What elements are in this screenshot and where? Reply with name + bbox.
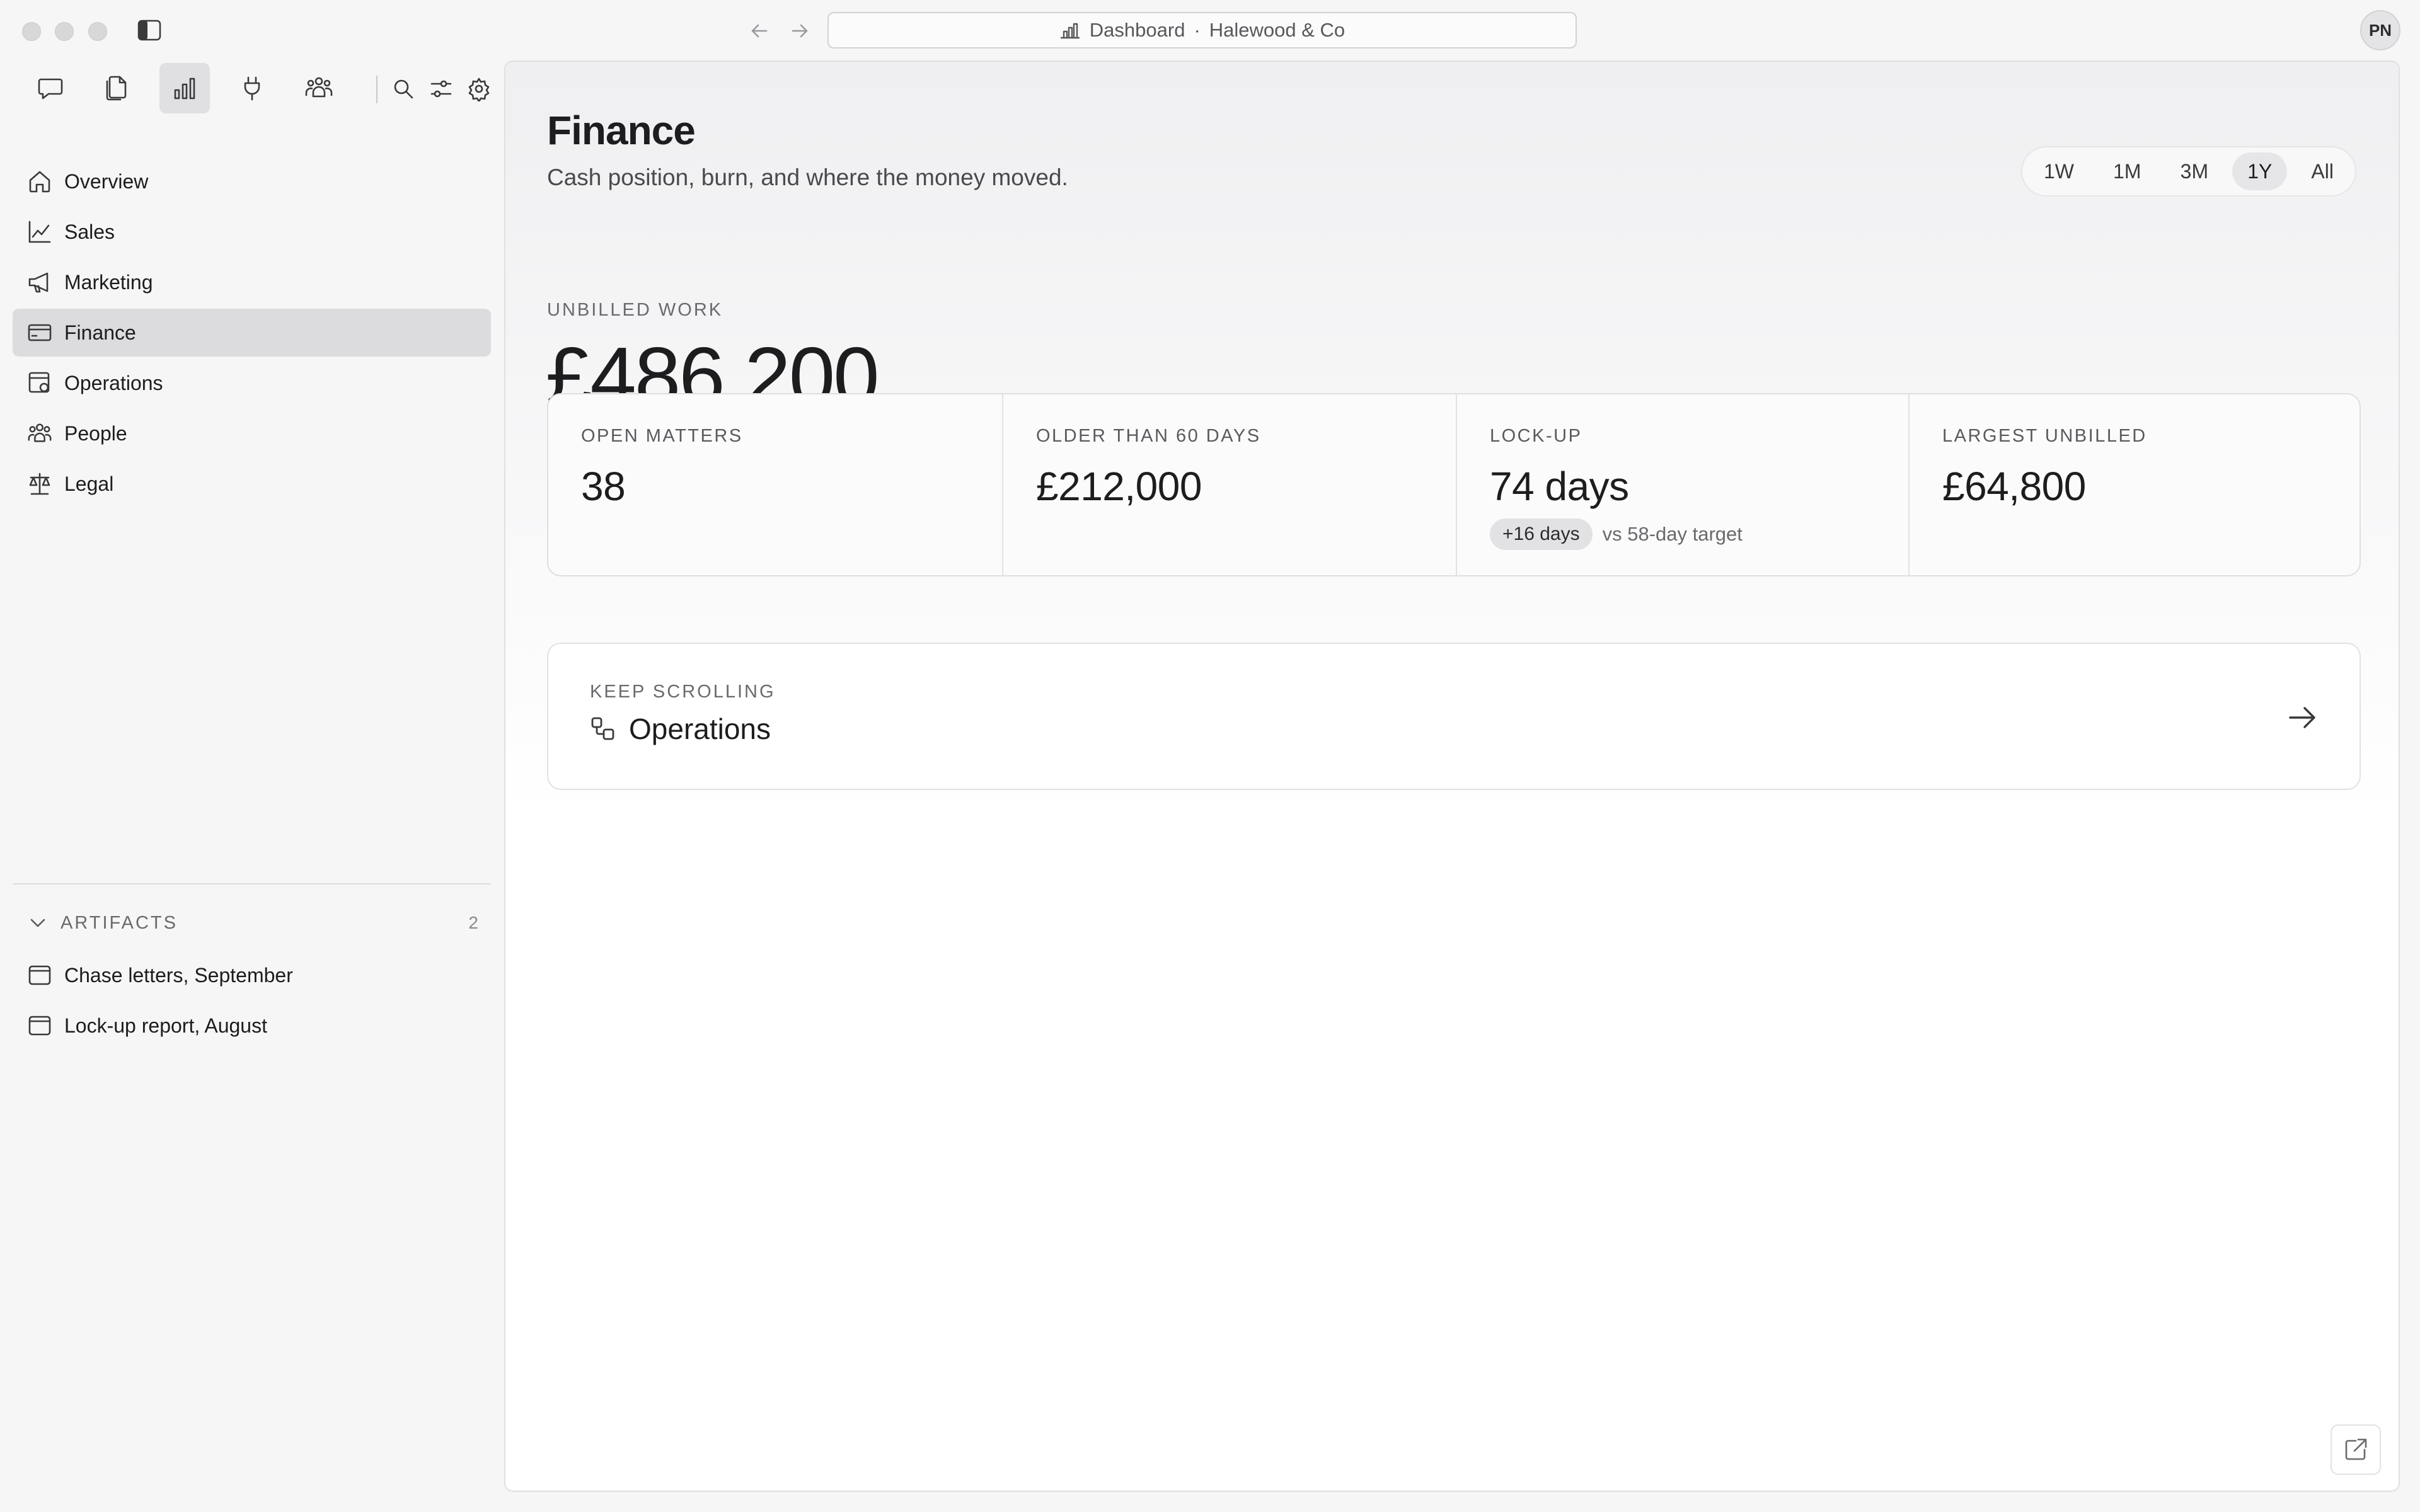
address-workspace: Halewood & Co (1209, 19, 1345, 41)
plug-icon[interactable] (227, 63, 277, 113)
sidebar-item-legal[interactable]: Legal (13, 460, 491, 508)
sidebar-item-sales[interactable]: Sales (13, 208, 491, 256)
forward-arrow-icon[interactable] (786, 18, 813, 44)
range-3m-button[interactable]: 3M (2165, 152, 2223, 190)
arrow-right-icon[interactable] (2284, 699, 2320, 736)
people-icon (26, 420, 53, 447)
sidebar-item-label: Marketing (64, 270, 153, 294)
gear-icon[interactable] (463, 73, 495, 105)
stat-value: 74 days (1490, 464, 1629, 509)
sidebar-divider (13, 883, 491, 885)
back-arrow-icon[interactable] (746, 18, 773, 44)
stat-label: LOCK-UP (1490, 426, 1582, 446)
sidebar-item-label: Operations (64, 371, 163, 394)
stat-value: 38 (581, 464, 626, 509)
stat-older-than-60-days: OLDER THAN 60 DAYS £212,000 (1003, 394, 1457, 575)
sidebar-item-operations[interactable]: Operations (13, 359, 491, 407)
stat-largest-unbilled: LARGEST UNBILLED £64,800 (1910, 394, 2360, 575)
main-panel: Finance Cash position, burn, and where t… (504, 60, 2400, 1492)
artifact-label: Lock-up report, August (64, 1014, 267, 1037)
minimize-window-button[interactable] (55, 22, 74, 41)
zoom-window-button[interactable] (88, 22, 107, 41)
team-icon[interactable] (294, 63, 344, 113)
window-icon (26, 1012, 53, 1039)
status-badge: +16 days (1490, 518, 1593, 550)
page-subtitle: Cash position, burn, and where the money… (547, 164, 1068, 190)
toolbar-divider (376, 76, 377, 103)
sidebar-item-label: Overview (64, 169, 149, 193)
artifacts-count: 2 (468, 913, 478, 932)
stat-value: £64,800 (1942, 464, 2086, 509)
sidebar-item-marketing[interactable]: Marketing (13, 258, 491, 306)
range-1m-button[interactable]: 1M (2098, 152, 2156, 190)
time-range-selector: 1W 1M 3M 1Y All (2021, 146, 2356, 197)
line-chart-icon (26, 219, 53, 245)
next-section-title: Operations (629, 713, 771, 745)
operations-icon (26, 370, 53, 396)
megaphone-icon (26, 269, 53, 295)
artifact-item[interactable]: Chase letters, September (13, 951, 491, 999)
headline-label: UNBILLED WORK (547, 300, 723, 320)
artifacts-header[interactable]: ARTIFACTS 2 (13, 904, 491, 942)
stats-card: OPEN MATTERS 38 OLDER THAN 60 DAYS £212,… (547, 393, 2361, 576)
range-1w-button[interactable]: 1W (2029, 152, 2089, 190)
search-icon[interactable] (388, 73, 419, 105)
sliders-icon[interactable] (425, 73, 457, 105)
chat-icon[interactable] (25, 63, 76, 113)
title-bar: Dashboard · Halewood & Co PN (0, 0, 2420, 60)
stat-label: OPEN MATTERS (581, 426, 743, 446)
address-title: Dashboard (1089, 19, 1185, 41)
sidebar-item-label: Finance (64, 321, 136, 344)
sidebar: Overview Sales Marketing Finance Operati… (0, 60, 504, 1512)
sidebar-item-finance[interactable]: Finance (13, 309, 491, 357)
stat-note: vs 58-day target (1602, 523, 1743, 545)
avatar[interactable]: PN (2360, 10, 2400, 50)
address-bar[interactable]: Dashboard · Halewood & Co (827, 12, 1577, 49)
sidebar-item-label: People (64, 421, 127, 445)
artifacts-title: ARTIFACTS (60, 912, 178, 933)
address-separator: · (1194, 19, 1201, 41)
open-external-button[interactable] (2331, 1424, 2381, 1475)
stat-open-matters: OPEN MATTERS 38 (548, 394, 1003, 575)
sidebar-toggle-icon[interactable] (137, 19, 162, 42)
range-all-button[interactable]: All (2296, 152, 2349, 190)
home-icon (26, 168, 53, 195)
operations-icon (590, 716, 616, 742)
scales-icon (26, 471, 53, 497)
stat-label: LARGEST UNBILLED (1942, 426, 2147, 446)
page-title: Finance (547, 108, 696, 153)
artifact-item[interactable]: Lock-up report, August (13, 1002, 491, 1050)
sidebar-item-people[interactable]: People (13, 410, 491, 457)
artifact-label: Chase letters, September (64, 963, 293, 987)
range-1y-button[interactable]: 1Y (2232, 152, 2288, 190)
credit-card-icon (26, 319, 53, 346)
stat-lock-up: LOCK-UP 74 days +16 days vs 58-day targe… (1457, 394, 1910, 575)
bar-chart-icon (1059, 21, 1081, 40)
sidebar-item-label: Sales (64, 220, 115, 243)
stat-value: £212,000 (1036, 464, 1202, 509)
sidebar-item-label: Legal (64, 472, 114, 495)
bar-chart-icon[interactable] (159, 63, 210, 113)
chevron-down-icon[interactable] (26, 912, 49, 934)
next-section-label: KEEP SCROLLING (590, 682, 776, 702)
sidebar-item-overview[interactable]: Overview (13, 158, 491, 205)
window-icon (26, 962, 53, 988)
close-window-button[interactable] (22, 22, 41, 41)
stat-label: OLDER THAN 60 DAYS (1036, 426, 1261, 446)
documents-icon[interactable] (91, 63, 141, 113)
next-section-card[interactable]: KEEP SCROLLING Operations (547, 643, 2361, 790)
external-link-icon (2342, 1436, 2370, 1463)
